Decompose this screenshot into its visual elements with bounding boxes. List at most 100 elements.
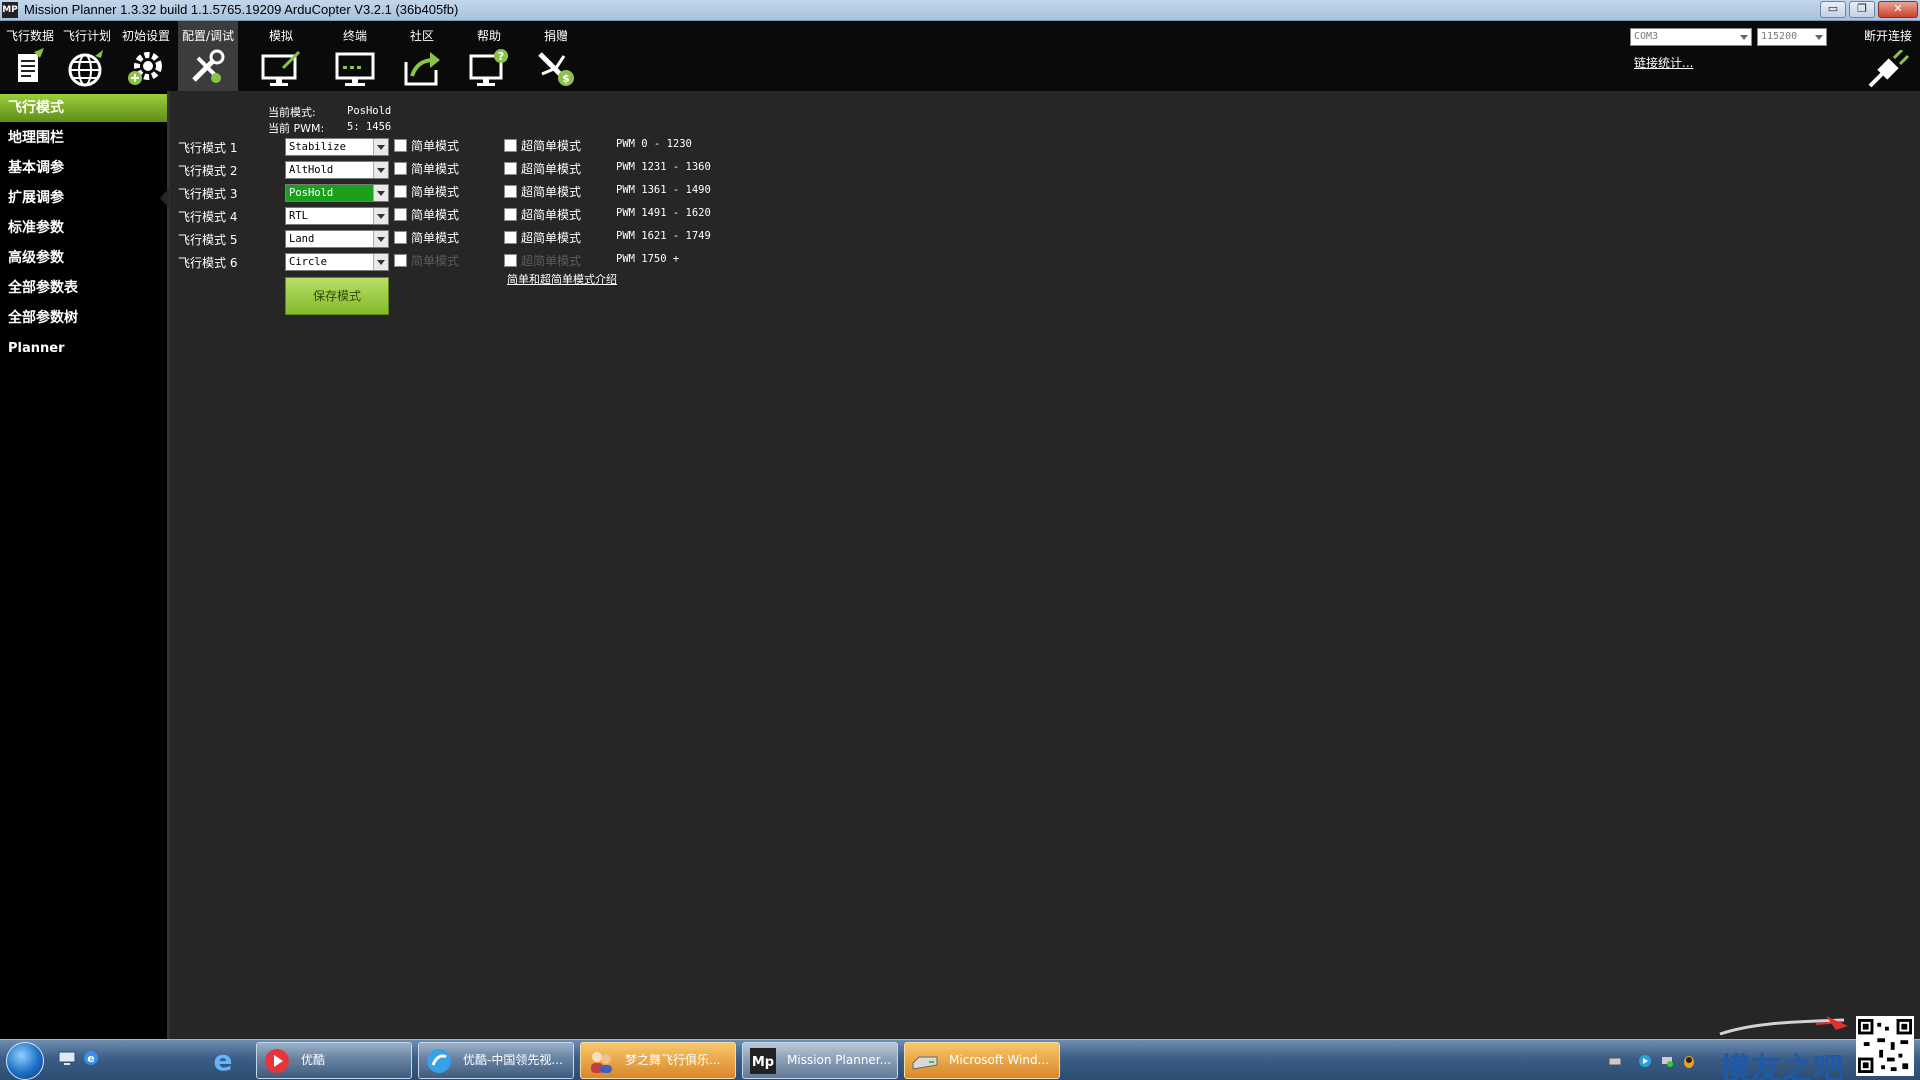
window-title: Mission Planner 1.3.32 build 1.1.5765.19… xyxy=(24,2,459,17)
sidebar-item-flight-modes[interactable]: 飞行模式 xyxy=(0,94,167,122)
network-tray-icon[interactable] xyxy=(1660,1053,1674,1067)
super-simple-mode-2-label: 超简单模式 xyxy=(521,162,582,176)
player-tray-icon[interactable] xyxy=(1638,1053,1652,1067)
qq-tray-icon[interactable] xyxy=(1682,1053,1696,1068)
mission-planner-window: MP Mission Planner 1.3.32 build 1.1.5765… xyxy=(0,0,1920,1080)
simple-mode-6-checkbox[interactable] xyxy=(394,254,407,267)
disconnect-label[interactable]: 断开连接 xyxy=(1864,27,1912,44)
youku-icon xyxy=(263,1047,291,1075)
toolbar-flight-data[interactable]: 飞行数据 xyxy=(0,21,60,91)
taskbar-youku-browser[interactable]: 优酷-中国领先视... xyxy=(418,1042,574,1079)
flight-modes-panel: 当前模式: PosHold 当前 PWM: 5: 1456 飞行模式 1 Sta… xyxy=(173,91,1920,1039)
taskbar-flying-club[interactable]: 梦之舞飞行俱乐... xyxy=(580,1042,736,1079)
current-mode-value: PosHold xyxy=(347,105,392,117)
help-icon: ? xyxy=(467,48,511,88)
super-simple-mode-3-checkbox[interactable] xyxy=(504,185,517,198)
sidebar-item-full-param-list[interactable]: 全部参数表 xyxy=(0,274,167,302)
start-button[interactable] xyxy=(6,1042,44,1080)
flight-mode-2-label: 飞行模式 2 xyxy=(178,164,238,178)
svg-text:e: e xyxy=(214,1044,233,1076)
toolbar-terminal[interactable]: 终端 xyxy=(325,21,385,91)
flight-mode-3-select[interactable]: PosHold xyxy=(285,184,389,202)
flight-mode-6-value: Circle xyxy=(289,256,327,268)
flight-mode-5-select[interactable]: Land xyxy=(285,230,389,248)
flight-mode-5-value: Land xyxy=(289,233,315,245)
keyboard-tray-icon[interactable] xyxy=(1608,1053,1622,1067)
super-simple-mode-4-checkbox[interactable] xyxy=(504,208,517,221)
super-simple-mode-5-checkbox[interactable] xyxy=(504,231,517,244)
chevron-down-icon xyxy=(373,162,388,178)
sidebar-item-full-param-tree[interactable]: 全部参数树 xyxy=(0,304,167,332)
toolbar-label: 飞行计划 xyxy=(62,29,111,43)
watermark-plane-icon xyxy=(1716,1012,1856,1080)
toolbar-label: 社区 xyxy=(409,29,434,43)
flight-mode-3-value: PosHold xyxy=(289,187,334,199)
toolbar-config-tuning[interactable]: 配置/调试 xyxy=(178,21,238,91)
plug-icon[interactable] xyxy=(1866,48,1910,90)
flight-mode-5-label: 飞行模式 5 xyxy=(178,233,238,247)
sidebar-item-geofence[interactable]: 地理围栏 xyxy=(0,124,167,152)
ie-quicklaunch-icon[interactable]: e xyxy=(82,1049,100,1067)
taskbar-label: 梦之舞飞行俱乐... xyxy=(625,1053,721,1067)
svg-text:$: $ xyxy=(562,72,570,85)
close-button[interactable]: ✕ xyxy=(1878,1,1918,18)
com-port-value: COM3 xyxy=(1634,31,1659,42)
flight-mode-2-select[interactable]: AltHold xyxy=(285,161,389,179)
flight-mode-1-select[interactable]: Stabilize xyxy=(285,138,389,156)
internet-explorer-icon[interactable]: e xyxy=(208,1044,238,1077)
taskbar-microsoft-windows[interactable]: Microsoft Wind... xyxy=(904,1042,1060,1079)
toolbar-help[interactable]: 帮助 ? xyxy=(459,21,519,91)
maximize-button[interactable]: ❐ xyxy=(1849,1,1875,18)
simple-mode-2-checkbox[interactable] xyxy=(394,162,407,175)
baud-rate-select[interactable]: 115200 xyxy=(1757,28,1827,46)
super-simple-mode-6-checkbox[interactable] xyxy=(504,254,517,267)
sidebar-item-standard-params[interactable]: 标准参数 xyxy=(0,214,167,242)
com-port-select[interactable]: COM3 xyxy=(1630,28,1752,46)
mission-planner-icon: Mp xyxy=(749,1047,777,1075)
super-simple-mode-2-checkbox[interactable] xyxy=(504,162,517,175)
chat-users-icon xyxy=(587,1047,615,1075)
simple-mode-6-label: 简单模式 xyxy=(411,254,460,268)
super-simple-mode-1-label: 超简单模式 xyxy=(521,139,582,153)
main-toolbar: 飞行数据 飞行计划 初始设置 配置/调试 模拟 终端 社区 帮助 ? 捐赠 $ … xyxy=(0,21,1920,91)
simple-mode-4-checkbox[interactable] xyxy=(394,208,407,221)
minimize-button[interactable]: ▭ xyxy=(1820,1,1846,18)
community-icon xyxy=(400,48,444,88)
simple-mode-5-checkbox[interactable] xyxy=(394,231,407,244)
simple-mode-3-checkbox[interactable] xyxy=(394,185,407,198)
simple-modes-help-link[interactable]: 简单和超简单模式介绍 xyxy=(507,274,617,286)
toolbar-donate[interactable]: 捐赠 $ xyxy=(526,21,586,91)
chevron-down-icon xyxy=(373,231,388,247)
sidebar-item-extended-tuning[interactable]: 扩展调参 xyxy=(0,184,167,212)
flight-mode-3-label: 飞行模式 3 xyxy=(178,187,238,201)
taskbar-label: 优酷 xyxy=(301,1053,326,1067)
show-desktop-icon[interactable] xyxy=(58,1049,76,1067)
taskbar-youku[interactable]: 优酷 xyxy=(256,1042,412,1079)
sidebar-item-planner[interactable]: Planner xyxy=(0,335,167,363)
toolbar-initial-setup[interactable]: 初始设置 xyxy=(116,21,176,91)
toolbar-simulation[interactable]: 模拟 xyxy=(251,21,311,91)
flight-mode-4-select[interactable]: RTL xyxy=(285,207,389,225)
flight-mode-6-select[interactable]: Circle xyxy=(285,253,389,271)
toolbar-label: 初始设置 xyxy=(121,29,170,43)
super-simple-mode-4-label: 超简单模式 xyxy=(521,208,582,222)
flight-mode-1-label: 飞行模式 1 xyxy=(178,141,238,155)
simple-mode-3-label: 简单模式 xyxy=(411,185,460,199)
taskbar-mission-planner[interactable]: Mp Mission Planner... xyxy=(742,1042,898,1079)
toolbar-label: 终端 xyxy=(342,29,367,43)
super-simple-mode-5-label: 超简单模式 xyxy=(521,231,582,245)
sidebar-item-basic-tuning[interactable]: 基本调参 xyxy=(0,154,167,182)
simple-mode-4-label: 简单模式 xyxy=(411,208,460,222)
windows-taskbar: e e 优酷 优酷-中国领先视... 梦之舞飞行俱乐... Mp Mission… xyxy=(0,1039,1920,1080)
simple-mode-1-checkbox[interactable] xyxy=(394,139,407,152)
toolbar-community[interactable]: 社区 xyxy=(392,21,452,91)
link-stats-link[interactable]: 链接统计... xyxy=(1634,54,1693,71)
super-simple-mode-1-checkbox[interactable] xyxy=(504,139,517,152)
toolbar-flight-plan[interactable]: 飞行计划 xyxy=(57,21,117,91)
chevron-down-icon xyxy=(373,254,388,270)
save-modes-button[interactable]: 保存模式 xyxy=(285,277,389,315)
sidebar-item-advanced-params[interactable]: 高级参数 xyxy=(0,244,167,272)
super-simple-mode-3-label: 超简单模式 xyxy=(521,185,582,199)
flight-mode-2-pwm: PWM 1231 - 1360 xyxy=(616,161,711,173)
chevron-down-icon xyxy=(373,208,388,224)
